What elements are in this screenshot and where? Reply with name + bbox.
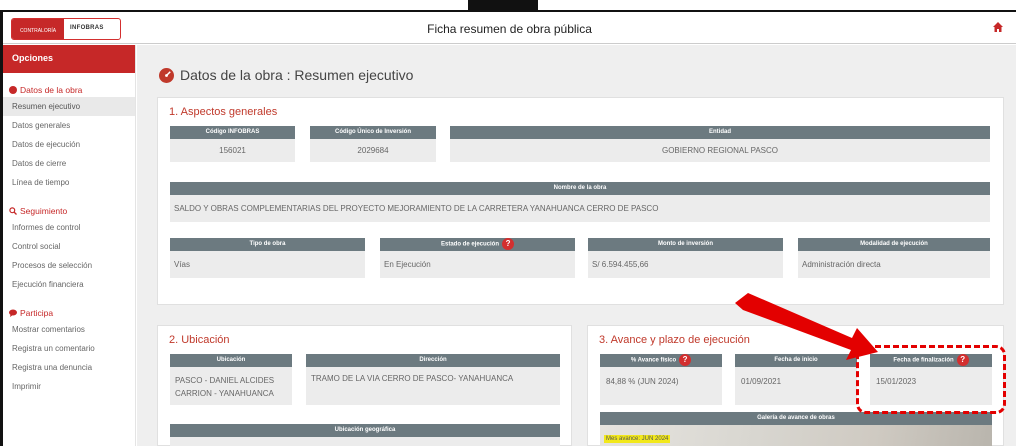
map-area[interactable] <box>170 437 560 446</box>
field-label: Entidad <box>450 126 990 139</box>
sidebar-item-datos-generales[interactable]: Datos generales <box>3 116 135 135</box>
field-codigo-infobras: Código INFOBRAS 156021 <box>170 126 295 162</box>
sidebar-section-label: Seguimiento <box>20 206 68 216</box>
sidebar-item-control-social[interactable]: Control social <box>3 237 135 256</box>
sidebar-section-label: Datos de la obra <box>20 85 83 95</box>
sidebar-item-registra-denuncia[interactable]: Registra una denuncia <box>3 358 135 377</box>
search-icon <box>9 207 17 215</box>
field-ubicacion: Ubicación PASCO - DANIEL ALCIDES CARRION… <box>170 354 292 405</box>
field-value: TRAMO DE LA VIA CERRO DE PASCO- YANAHUAN… <box>306 367 560 405</box>
field-label: Ubicación <box>170 354 292 367</box>
sidebar-item-linea-tiempo[interactable]: Línea de tiempo <box>3 173 135 192</box>
field-monto-inversion: Monto de inversión S/ 6.594.455,66 <box>588 238 783 278</box>
field-label: Ubicación geográfica <box>170 424 560 437</box>
field-nombre-obra: Nombre de la obra SALDO Y OBRAS COMPLEME… <box>170 182 990 222</box>
field-label: Monto de inversión <box>588 238 783 251</box>
field-codigo-inversion: Código Único de Inversión 2029684 <box>310 126 436 162</box>
field-label-text: Estado de ejecución <box>440 241 500 248</box>
field-value: 84,88 % (JUN 2024) <box>600 367 722 405</box>
app-header: CONTRALORÍA INFOBRAS Ficha resumen de ob… <box>3 12 1016 44</box>
field-value: S/ 6.594.455,66 <box>588 251 783 278</box>
frame-top <box>0 0 1016 12</box>
dashboard-icon <box>159 67 174 83</box>
field-label: Código Único de Inversión <box>310 126 436 139</box>
field-estado-ejecucion: Estado de ejecución? En Ejecución <box>380 238 575 278</box>
help-icon[interactable]: ? <box>679 354 692 366</box>
card-title: 3. Avance y plazo de ejecución <box>599 334 750 346</box>
card-aspectos-generales: 1. Aspectos generales Código INFOBRAS 15… <box>157 97 1004 305</box>
field-label: Tipo de obra <box>170 238 365 251</box>
dashboard-icon <box>9 86 17 94</box>
field-label: Fecha de inicio <box>735 354 857 367</box>
field-value: SALDO Y OBRAS COMPLEMENTARIAS DEL PROYEC… <box>170 195 990 222</box>
field-label: Dirección <box>306 354 560 367</box>
field-label: Nombre de la obra <box>170 182 990 195</box>
field-tipo-obra: Tipo de obra Vías <box>170 238 365 278</box>
sidebar-item-resumen[interactable]: Resumen ejecutivo <box>3 97 135 116</box>
field-label: Código INFOBRAS <box>170 126 295 139</box>
sidebar-item-datos-ejecucion[interactable]: Datos de ejecución <box>3 135 135 154</box>
card-title: 1. Aspectos generales <box>169 106 278 118</box>
field-label: Estado de ejecución? <box>380 238 575 251</box>
field-value: 156021 <box>170 139 295 162</box>
field-value: En Ejecución <box>380 251 575 278</box>
card-title: 2. Ubicación <box>169 334 230 346</box>
sidebar-item-procesos[interactable]: Procesos de selección <box>3 256 135 275</box>
sidebar-item-datos-cierre[interactable]: Datos de cierre <box>3 154 135 173</box>
field-value: GOBIERNO REGIONAL PASCO <box>450 139 990 162</box>
galeria-avance[interactable]: Galería de avance de obras Mes avance: J… <box>600 412 992 446</box>
help-icon[interactable]: ? <box>502 238 515 250</box>
field-label: % Avance físico? <box>600 354 722 367</box>
sidebar-item-registra-comentario[interactable]: Registra un comentario <box>3 339 135 358</box>
field-value: Administración directa <box>798 251 990 278</box>
card-ubicacion: 2. Ubicación Ubicación PASCO - DANIEL AL… <box>157 325 572 446</box>
field-label-text: % Avance físico <box>630 357 677 364</box>
sidebar-item-mostrar-comentarios[interactable]: Mostrar comentarios <box>3 320 135 339</box>
field-fecha-inicio: Fecha de inicio 01/09/2021 <box>735 354 857 405</box>
field-entidad: Entidad GOBIERNO REGIONAL PASCO <box>450 126 990 162</box>
page-title: Datos de la obra : Resumen ejecutivo <box>159 67 413 83</box>
sidebar-item-ejecucion-financiera[interactable]: Ejecución financiera <box>3 275 135 294</box>
sidebar-section-participa[interactable]: Participa <box>3 306 135 320</box>
comment-icon <box>9 309 17 317</box>
field-value: 01/09/2021 <box>735 367 857 405</box>
mes-avance-badge: Mes avance: JUN 2024 <box>604 435 671 443</box>
field-value: Vías <box>170 251 365 278</box>
field-value: PASCO - DANIEL ALCIDES CARRION - YANAHUA… <box>170 367 292 405</box>
sidebar-item-imprimir[interactable]: Imprimir <box>3 377 135 396</box>
sidebar: Opciones Datos de la obra Resumen ejecut… <box>3 45 136 446</box>
frame-notch <box>468 0 538 10</box>
field-direccion: Dirección TRAMO DE LA VIA CERRO DE PASCO… <box>306 354 560 405</box>
home-icon[interactable] <box>992 21 1004 33</box>
field-modalidad: Modalidad de ejecución Administración di… <box>798 238 990 278</box>
field-value: 2029684 <box>310 139 436 162</box>
page-title-text: Datos de la obra : Resumen ejecutivo <box>180 67 414 83</box>
sidebar-section-datos[interactable]: Datos de la obra <box>3 83 135 97</box>
field-avance-fisico: % Avance físico? 84,88 % (JUN 2024) <box>600 354 722 405</box>
annotation-highlight-box <box>856 345 1006 414</box>
sidebar-opciones: Opciones <box>3 45 135 73</box>
field-ubicacion-geografica: Ubicación geográfica <box>170 424 560 446</box>
page-header-title: Ficha resumen de obra pública <box>427 22 592 36</box>
sidebar-section-label: Participa <box>20 308 54 318</box>
sidebar-item-informes[interactable]: Informes de control <box>3 218 135 237</box>
sidebar-section-seguimiento[interactable]: Seguimiento <box>3 204 135 218</box>
field-label: Modalidad de ejecución <box>798 238 990 251</box>
